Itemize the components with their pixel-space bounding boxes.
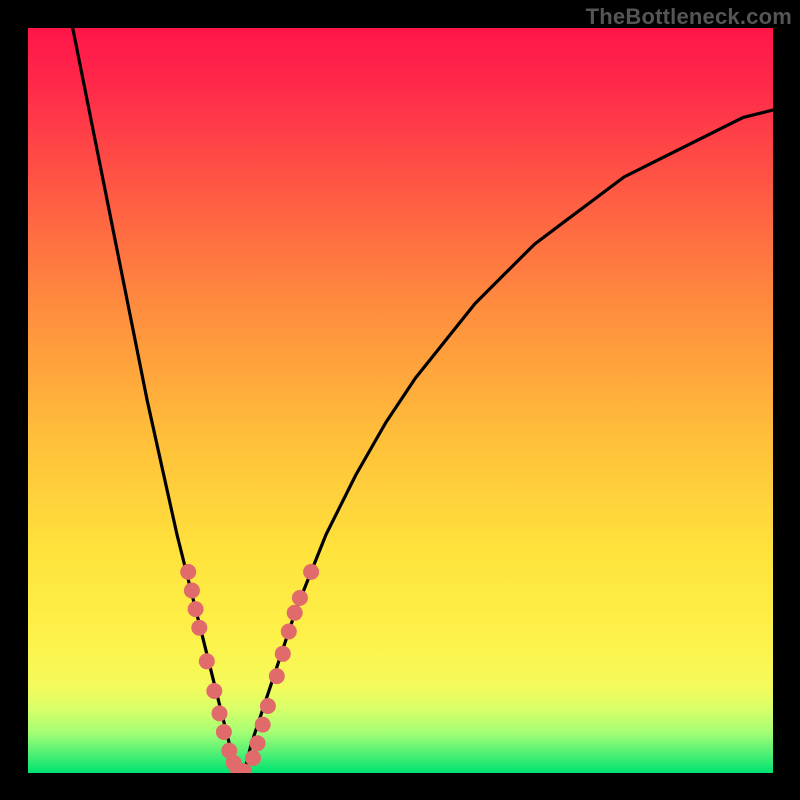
data-marker (199, 653, 215, 669)
data-marker (260, 698, 276, 714)
data-marker (191, 620, 207, 636)
data-marker (287, 605, 303, 621)
data-marker (250, 735, 266, 751)
data-marker (281, 624, 297, 640)
data-marker (206, 683, 222, 699)
data-marker (216, 724, 232, 740)
data-marker (269, 668, 285, 684)
watermark-text: TheBottleneck.com (586, 4, 792, 30)
data-marker (255, 717, 271, 733)
chart-frame: TheBottleneck.com (0, 0, 800, 800)
data-marker (303, 564, 319, 580)
data-marker (245, 750, 261, 766)
data-marker (188, 601, 204, 617)
data-marker (275, 646, 291, 662)
data-marker (180, 564, 196, 580)
data-marker (292, 590, 308, 606)
data-marker (212, 705, 228, 721)
data-marker (184, 583, 200, 599)
chart-plot (28, 28, 773, 773)
